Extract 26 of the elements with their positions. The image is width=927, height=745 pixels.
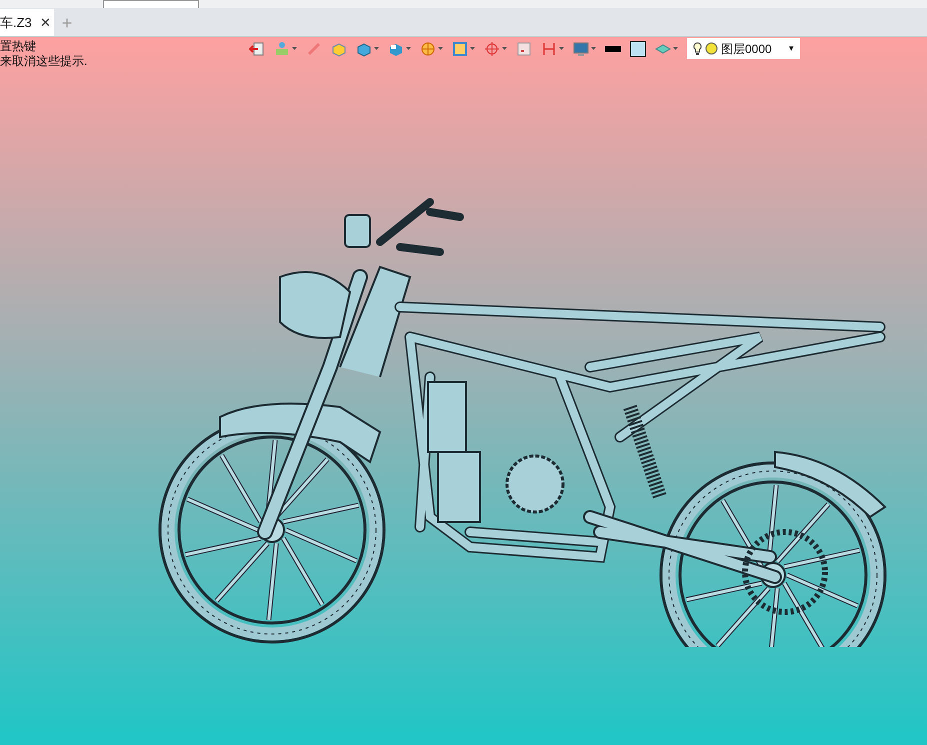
- caret-icon[interactable]: [591, 47, 596, 50]
- caret-icon[interactable]: [673, 47, 678, 50]
- crosshair-icon[interactable]: [484, 40, 500, 56]
- caret-icon[interactable]: [559, 47, 564, 50]
- light-bulb-icon: [693, 42, 702, 56]
- fill-color-icon[interactable]: [630, 40, 646, 56]
- layer-name: 图层0000: [721, 40, 772, 58]
- hint-text: 置热键: [0, 39, 37, 54]
- document-tab[interactable]: 车.Z3 ✕: [0, 9, 54, 36]
- caret-icon[interactable]: [438, 47, 443, 50]
- window-icon[interactable]: [516, 40, 532, 56]
- tab-title: 车.Z3: [0, 14, 32, 32]
- circle-icon: [705, 42, 718, 55]
- frame-icon[interactable]: [452, 40, 468, 56]
- monitor-icon[interactable]: [573, 40, 589, 56]
- line-color-icon[interactable]: [605, 46, 621, 52]
- caret-icon[interactable]: [292, 47, 297, 50]
- caret-icon[interactable]: [406, 47, 411, 50]
- hint-text: 来取消这些提示.: [0, 54, 88, 69]
- caret-icon[interactable]: [374, 47, 379, 50]
- exit-icon[interactable]: [249, 40, 265, 56]
- dropdown-caret[interactable]: ▾: [789, 42, 794, 56]
- close-button[interactable]: ✕: [40, 16, 51, 29]
- caret-icon[interactable]: [470, 47, 475, 50]
- layer-dropdown[interactable]: 图层0000 ▾: [687, 38, 800, 59]
- caret-icon[interactable]: [502, 47, 507, 50]
